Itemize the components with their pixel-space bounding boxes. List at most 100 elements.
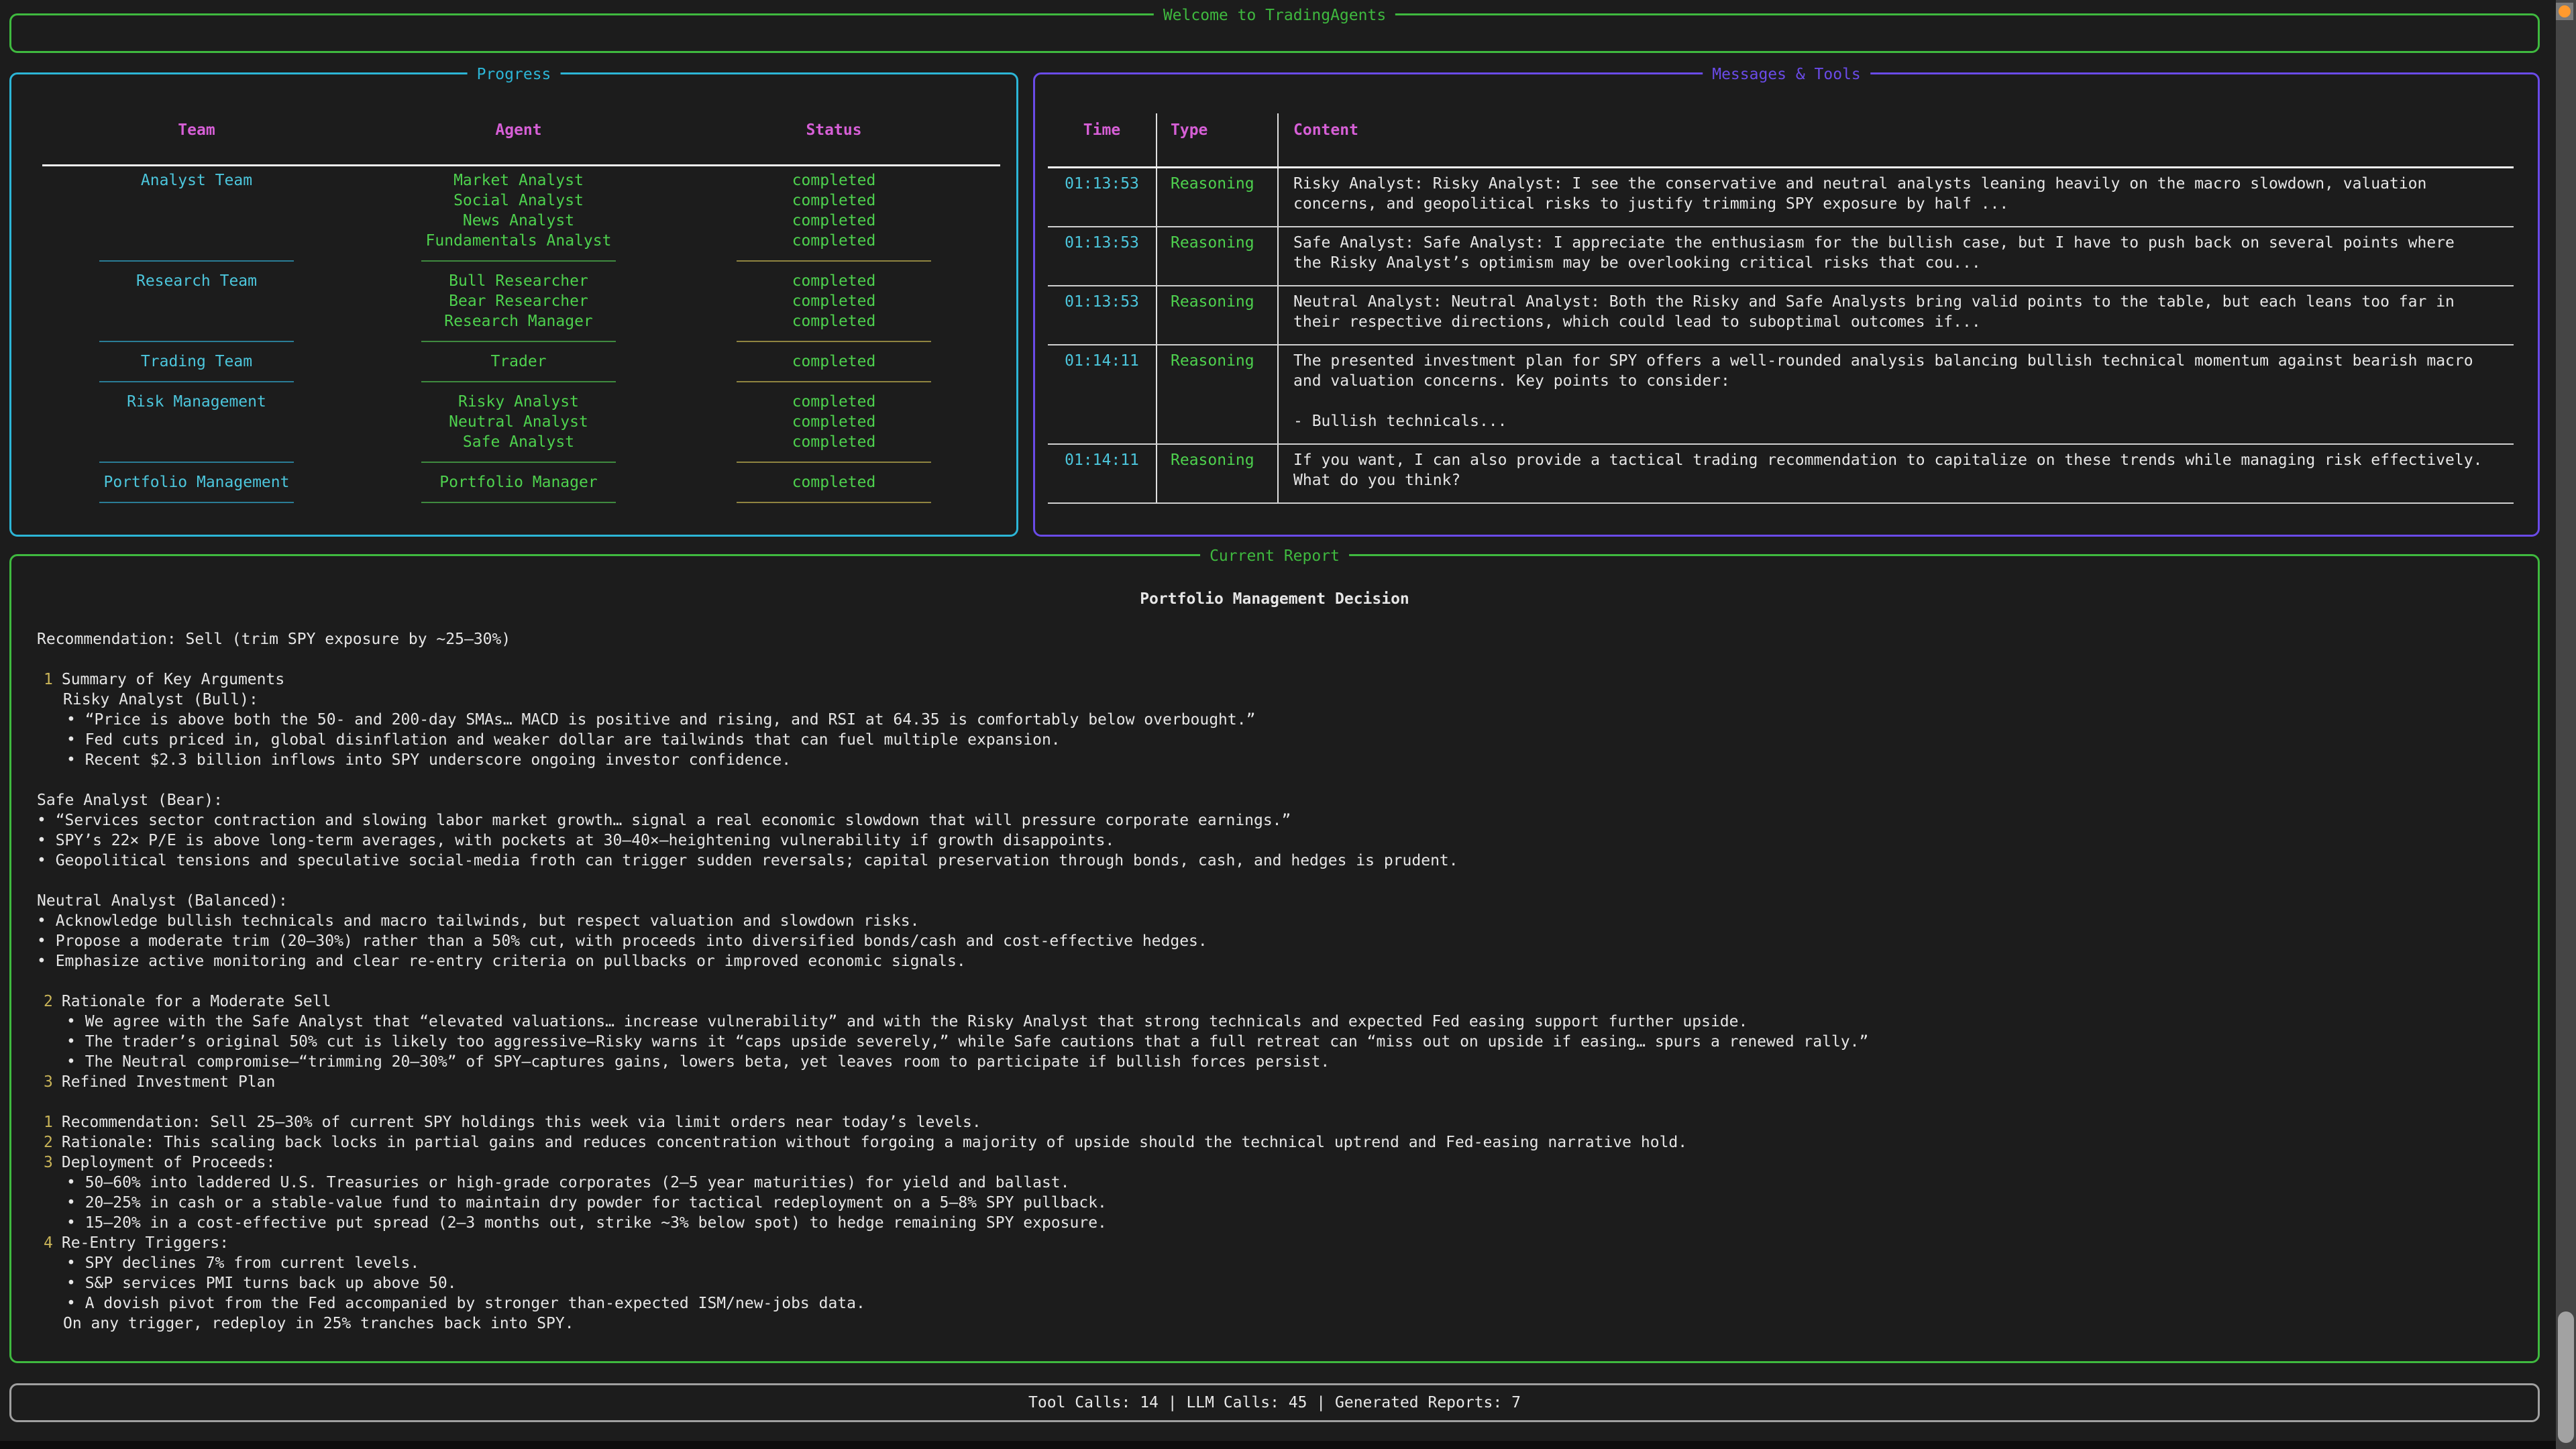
stats-bar: Tool Calls: 14 | LLM Calls: 45 | Generat… [9, 1383, 2540, 1422]
messages-col-time: Time [1048, 113, 1157, 166]
message-time: 01:13:53 [1048, 286, 1157, 344]
list-number: 3 [44, 1154, 53, 1171]
list-number: 2 [44, 1134, 53, 1151]
message-type: Reasoning [1157, 227, 1279, 285]
status-value: completed [686, 472, 981, 492]
agent-name: Bear Researcher [351, 291, 686, 311]
messages-table: Time Type Content 01:13:53 Reasoning Ris… [1048, 113, 2514, 504]
message-type: Reasoning [1157, 286, 1279, 344]
table-row: News Analyst completed [42, 211, 1000, 231]
agent-name: Neutral Analyst [351, 412, 686, 432]
messages-panel: Messages & Tools Time Type Content 01:13… [1033, 72, 2540, 537]
table-row: Bear Researcher completed [42, 291, 1000, 311]
status-value: completed [686, 271, 981, 291]
status-value: completed [686, 392, 981, 412]
messages-col-type: Type [1157, 113, 1279, 166]
message-type: Reasoning [1157, 445, 1279, 502]
progress-group-risk: Risk Management Risky Analyst completed … [42, 392, 1000, 472]
list-number: 4 [44, 1234, 53, 1252]
status-value: completed [686, 170, 981, 191]
list-number: 1 [44, 1114, 53, 1131]
table-row: Safe Analyst completed [42, 432, 1000, 452]
table-row: Social Analyst completed [42, 191, 1000, 211]
message-row: 01:13:53 Reasoning Risky Analyst: Risky … [1048, 168, 2514, 227]
report-panel-title: Current Report [1200, 546, 1349, 566]
progress-panel-title: Progress [468, 64, 561, 85]
status-value: completed [686, 311, 981, 331]
table-row: Portfolio Management Portfolio Manager c… [42, 472, 1000, 492]
table-row: Research Manager completed [42, 311, 1000, 331]
table-row: Research Team Bull Researcher completed [42, 271, 1000, 291]
agent-name: Market Analyst [351, 170, 686, 191]
agent-name: Risky Analyst [351, 392, 686, 412]
message-type: Reasoning [1157, 345, 1279, 443]
agent-name: Portfolio Manager [351, 472, 686, 492]
message-row: 01:14:11 Reasoning The presented investm… [1048, 345, 2514, 445]
status-value: completed [686, 191, 981, 211]
group-separator [42, 331, 1000, 352]
list-number: 3 [44, 1073, 53, 1091]
table-row: Neutral Analyst completed [42, 412, 1000, 432]
welcome-panel: Welcome to TradingAgents [9, 13, 2540, 53]
table-row: Risk Management Risky Analyst completed [42, 392, 1000, 412]
group-separator [42, 452, 1000, 472]
status-value: completed [686, 231, 981, 251]
message-row: 01:14:11 Reasoning If you want, I can al… [1048, 445, 2514, 504]
message-time: 01:13:53 [1048, 168, 1157, 226]
message-content: Risky Analyst: Risky Analyst: I see the … [1279, 168, 2514, 226]
status-value: completed [686, 211, 981, 231]
message-row: 01:13:53 Reasoning Safe Analyst: Safe An… [1048, 227, 2514, 286]
scrollbar-track[interactable] [2556, 0, 2576, 1449]
message-time: 01:14:11 [1048, 445, 1157, 502]
progress-table-body: Analyst Team Market Analyst completed So… [42, 166, 1000, 513]
stats-text: Tool Calls: 14 | LLM Calls: 45 | Generat… [1028, 1393, 1521, 1413]
message-content: If you want, I can also provide a tactic… [1279, 445, 2514, 502]
current-report-panel: Current Report Portfolio Management Deci… [9, 554, 2540, 1363]
agent-name: News Analyst [351, 211, 686, 231]
list-number: 1 [44, 671, 53, 688]
team-name: Portfolio Management [42, 472, 351, 492]
table-row: Trading Team Trader completed [42, 352, 1000, 372]
progress-col-agent: Agent [351, 120, 686, 140]
group-separator [42, 251, 1000, 271]
agent-name: Trader [351, 352, 686, 372]
messages-panel-title: Messages & Tools [1703, 64, 1870, 85]
group-separator [42, 372, 1000, 392]
agent-name: Fundamentals Analyst [351, 231, 686, 251]
progress-group-portfolio: Portfolio Management Portfolio Manager c… [42, 472, 1000, 513]
scrollbar-thumb[interactable] [2558, 1311, 2574, 1443]
message-content: The presented investment plan for SPY of… [1279, 345, 2514, 443]
team-name: Trading Team [42, 352, 351, 372]
message-type: Reasoning [1157, 168, 1279, 226]
status-value: completed [686, 291, 981, 311]
status-value: completed [686, 432, 981, 452]
welcome-title: Welcome to TradingAgents [1154, 5, 1395, 25]
progress-group-research: Research Team Bull Researcher completed … [42, 271, 1000, 352]
agent-name: Safe Analyst [351, 432, 686, 452]
message-row: 01:13:53 Reasoning Neutral Analyst: Neut… [1048, 286, 2514, 345]
status-value: completed [686, 412, 981, 432]
report-heading: Portfolio Management Decision [11, 589, 2538, 609]
messages-table-header: Time Type Content [1048, 113, 2514, 168]
progress-group-analyst: Analyst Team Market Analyst completed So… [42, 170, 1000, 271]
list-number: 2 [44, 993, 53, 1010]
group-separator [42, 492, 1000, 513]
team-name: Risk Management [42, 392, 351, 412]
agent-name: Research Manager [351, 311, 686, 331]
report-body: Portfolio Management Decision Recommenda… [11, 556, 2538, 1334]
status-value: completed [686, 352, 981, 372]
team-name: Research Team [42, 271, 351, 291]
message-time: 01:14:11 [1048, 345, 1157, 443]
table-row: Fundamentals Analyst completed [42, 231, 1000, 251]
progress-col-status: Status [686, 120, 981, 140]
agent-name: Social Analyst [351, 191, 686, 211]
scroll-marker[interactable] [2556, 3, 2573, 20]
team-name: Analyst Team [42, 170, 351, 191]
progress-col-team: Team [42, 120, 351, 140]
progress-table-header: Team Agent Status [42, 120, 1000, 166]
progress-panel: Progress Team Agent Status Analyst Team … [9, 72, 1018, 537]
message-time: 01:13:53 [1048, 227, 1157, 285]
window-bottom-edge [0, 1441, 2576, 1449]
message-content: Neutral Analyst: Neutral Analyst: Both t… [1279, 286, 2514, 344]
scroll-marker-dot-icon [2559, 5, 2571, 17]
